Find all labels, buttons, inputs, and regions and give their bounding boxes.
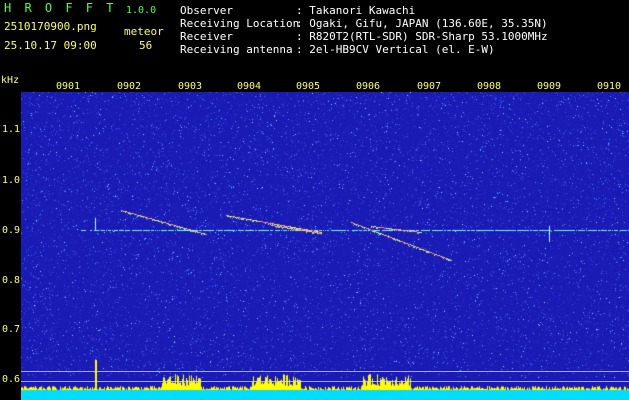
app-name: H R O F F T (4, 1, 117, 15)
x-tick-0902: 0902 (117, 81, 142, 92)
receiver-value: : R820T2(RTL-SDR) SDR-Sharp 53.1000MHz (296, 30, 548, 43)
y-tick-0-9: 0.9 (2, 225, 21, 236)
x-tick-0907: 0907 (417, 81, 442, 92)
meteor-count: 56 (139, 39, 153, 52)
x-tick-0905: 0905 (296, 81, 321, 92)
antenna-value: : 2el-HB9CV Vertical (el. E-W) (296, 43, 495, 56)
file-name: 2510170900.png (4, 20, 97, 33)
x-tick-0903: 0903 (178, 81, 203, 92)
threshold-line-upper (21, 371, 629, 372)
y-tick-1-0: 1.0 (2, 175, 21, 186)
hrofft-window: H R O F F T 1.0.0 2510170900.png meteor … (0, 0, 629, 400)
y-tick-0-8: 0.8 (2, 275, 21, 286)
y-tick-0-6: 0.6 (2, 374, 21, 385)
x-tick-0901: 0901 (56, 81, 81, 92)
x-tick-0908: 0908 (477, 81, 502, 92)
spectrogram-canvas (21, 92, 629, 400)
app-version: 1.0.0 (126, 5, 157, 16)
y-tick-1-1: 1.1 (2, 124, 21, 135)
date-time: 25.10.17 09:00 (4, 39, 97, 52)
x-tick-0906: 0906 (356, 81, 381, 92)
y-tick-0-7: 0.7 (2, 324, 21, 335)
meteor-label: meteor (124, 25, 164, 38)
threshold-line-lower (21, 381, 629, 382)
spectrogram-plot (21, 92, 629, 400)
observer-value: : Takanori Kawachi (296, 4, 416, 17)
observer-key: Observer (180, 4, 233, 17)
receiver-key: Receiver (180, 30, 233, 43)
antenna-key: Receiving antenna (180, 43, 293, 56)
y-unit-label: kHz (1, 75, 20, 86)
x-tick-0909: 0909 (537, 81, 562, 92)
x-tick-0904: 0904 (237, 81, 262, 92)
x-tick-0910: 0910 (597, 81, 622, 92)
location-key: Receiving Location (180, 17, 300, 30)
location-value: : Ogaki, Gifu, JAPAN (136.60E, 35.35N) (296, 17, 548, 30)
